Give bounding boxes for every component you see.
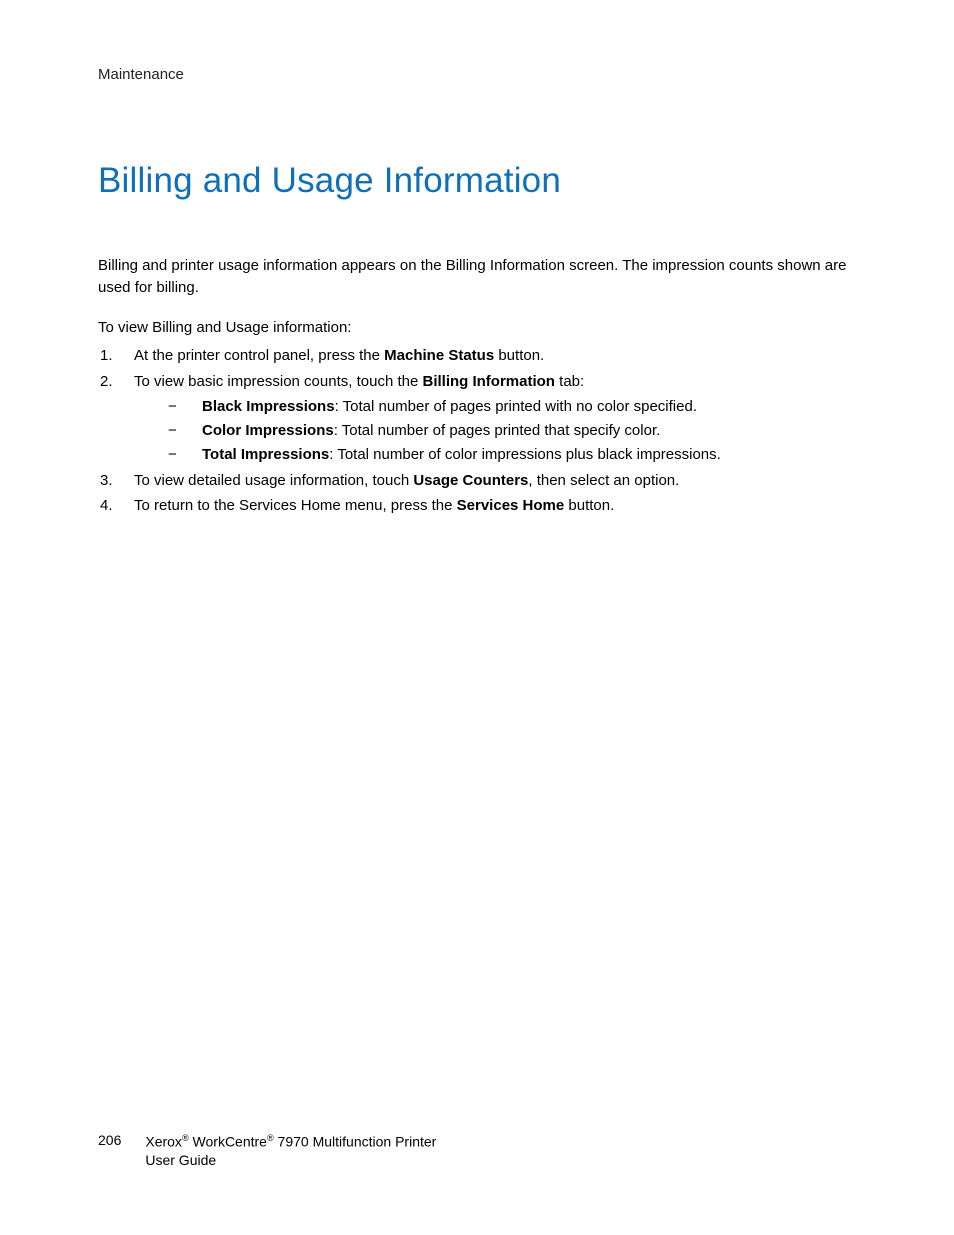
page-number: 206 xyxy=(98,1132,121,1148)
step-1: At the printer control panel, press the … xyxy=(98,344,856,367)
black-impressions-item: Black Impressions: Total number of pages… xyxy=(168,395,856,419)
impression-types-list: Black Impressions: Total number of pages… xyxy=(134,395,856,467)
services-home-label: Services Home xyxy=(457,497,565,514)
text: : Total number of pages printed with no … xyxy=(335,398,697,415)
text: : Total number of pages printed that spe… xyxy=(334,422,661,439)
step-2: To view basic impression counts, touch t… xyxy=(98,370,856,467)
steps-list: At the printer control panel, press the … xyxy=(98,344,856,517)
step-4: To return to the Services Home menu, pre… xyxy=(98,494,856,517)
brand-xerox: Xerox xyxy=(145,1133,182,1149)
registered-icon: ® xyxy=(267,1133,274,1143)
registered-icon: ® xyxy=(182,1133,189,1143)
footer-text: Xerox® WorkCentre® 7970 Multifunction Pr… xyxy=(145,1132,436,1170)
page-title: Billing and Usage Information xyxy=(98,161,856,201)
text: tab: xyxy=(555,373,584,390)
total-impressions-item: Total Impressions: Total number of color… xyxy=(168,443,856,467)
intro-paragraph: Billing and printer usage information ap… xyxy=(98,255,856,299)
chapter-header: Maintenance xyxy=(98,66,856,83)
text: To view basic impression counts, touch t… xyxy=(134,373,422,390)
text: At the printer control panel, press the xyxy=(134,347,384,364)
text: To return to the Services Home menu, pre… xyxy=(134,497,457,514)
usage-counters-label: Usage Counters xyxy=(413,472,528,489)
machine-status-label: Machine Status xyxy=(384,347,494,364)
black-impressions-label: Black Impressions xyxy=(202,398,335,415)
color-impressions-item: Color Impressions: Total number of pages… xyxy=(168,419,856,443)
total-impressions-label: Total Impressions xyxy=(202,446,329,463)
page-footer: 206 Xerox® WorkCentre® 7970 Multifunctio… xyxy=(98,1132,436,1170)
user-guide-label: User Guide xyxy=(145,1152,216,1168)
text: : Total number of color impressions plus… xyxy=(329,446,721,463)
text: button. xyxy=(494,347,544,364)
brand-workcentre: WorkCentre xyxy=(189,1133,267,1149)
text: To view detailed usage information, touc… xyxy=(134,472,413,489)
text: , then select an option. xyxy=(528,472,679,489)
lead-sentence: To view Billing and Usage information: xyxy=(98,317,856,339)
page: Maintenance Billing and Usage Informatio… xyxy=(0,0,954,1235)
text: button. xyxy=(564,497,614,514)
color-impressions-label: Color Impressions xyxy=(202,422,334,439)
product-tail: 7970 Multifunction Printer xyxy=(274,1133,437,1149)
step-3: To view detailed usage information, touc… xyxy=(98,469,856,492)
billing-information-label: Billing Information xyxy=(422,373,555,390)
